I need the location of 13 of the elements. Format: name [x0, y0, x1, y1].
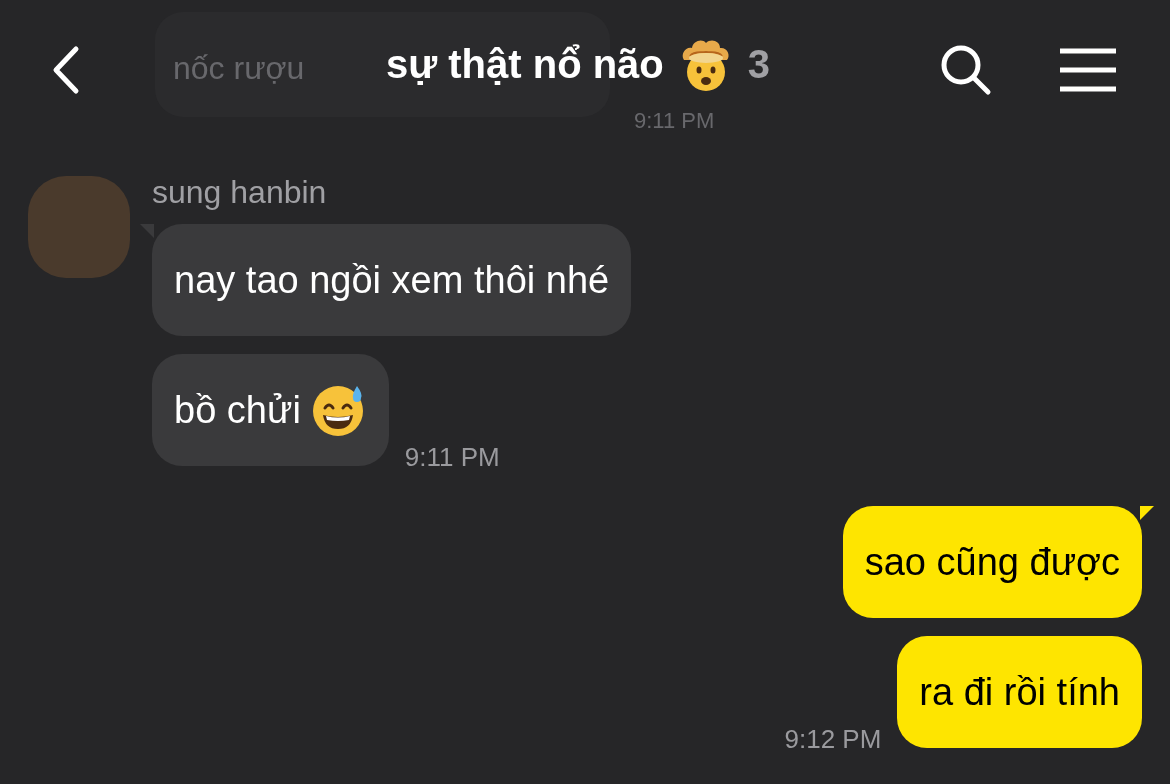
chat-title: sự thật nổ não — [385, 44, 664, 84]
member-count: 3 — [747, 44, 771, 84]
message-time: 9:12 PM — [784, 726, 882, 752]
sender-name: sung hanbin — [152, 176, 327, 208]
message-text: nay tao ngồi xem thôi nhé — [174, 261, 610, 299]
message-text: sao cũng được — [864, 543, 1120, 581]
message-time: 9:11 PM — [404, 444, 500, 470]
message-text: bồ chửi — [174, 391, 301, 429]
menu-icon — [1058, 48, 1118, 92]
faded-message-text: nốc rượu — [173, 52, 305, 84]
faded-message-time: 9:11 PM — [634, 110, 715, 132]
message-text: ra đi rồi tính — [919, 673, 1120, 711]
search-icon — [939, 43, 993, 97]
